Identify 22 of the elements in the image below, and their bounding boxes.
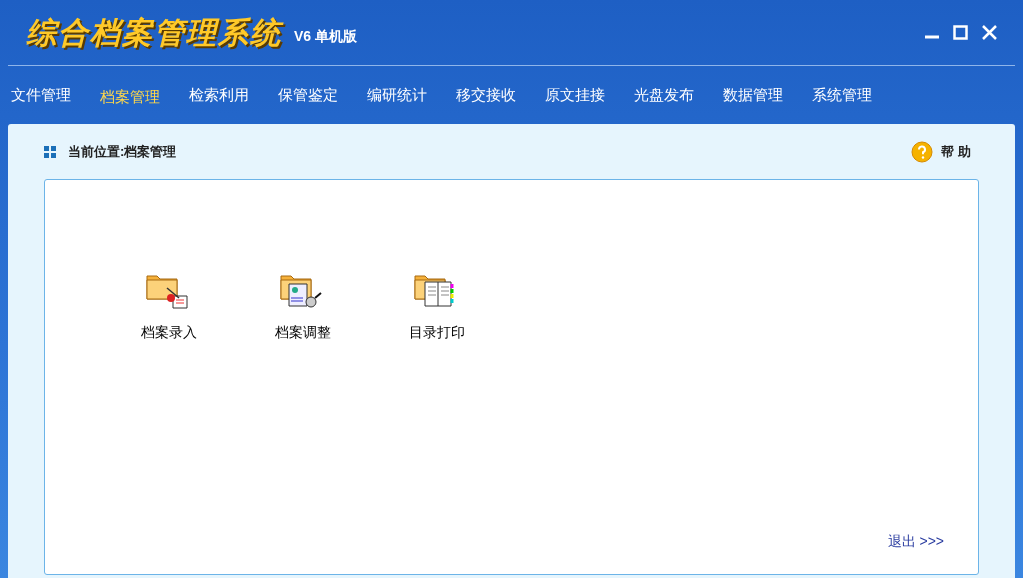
nav-tab[interactable]: 系统管理 xyxy=(812,83,872,107)
nav-tab[interactable]: 数据管理 xyxy=(723,83,783,107)
help-icon xyxy=(911,140,934,163)
grid-icon xyxy=(44,145,56,158)
exit-link[interactable]: 退出 >>> xyxy=(887,531,944,552)
maximize-icon[interactable] xyxy=(953,25,968,40)
nav-tab[interactable]: 光盘发布 xyxy=(634,83,694,107)
nav-tab[interactable]: 移交接收 xyxy=(456,83,516,107)
nav-tab[interactable]: 文件管理 xyxy=(11,83,71,107)
nav-tab[interactable]: 档案管理 xyxy=(100,85,160,109)
function-item[interactable]: 目录打印 xyxy=(399,270,475,343)
breadcrumb: 当前位置:档案管理 xyxy=(68,142,177,161)
nav-tab[interactable]: 检索利用 xyxy=(189,83,249,107)
nav-tab[interactable]: 原文挂接 xyxy=(545,83,605,107)
nav-tab[interactable]: 编研统计 xyxy=(367,83,427,107)
close-icon[interactable] xyxy=(982,25,997,40)
version-label: V6 单机版 xyxy=(294,27,357,46)
app-title: 综合档案管理系统 xyxy=(26,15,282,51)
help-button[interactable]: 帮 助 xyxy=(911,140,971,163)
function-item[interactable]: 档案录入 xyxy=(131,270,207,343)
function-item[interactable]: 档案调整 xyxy=(265,270,341,343)
nav-tab[interactable]: 保管鉴定 xyxy=(278,83,338,107)
